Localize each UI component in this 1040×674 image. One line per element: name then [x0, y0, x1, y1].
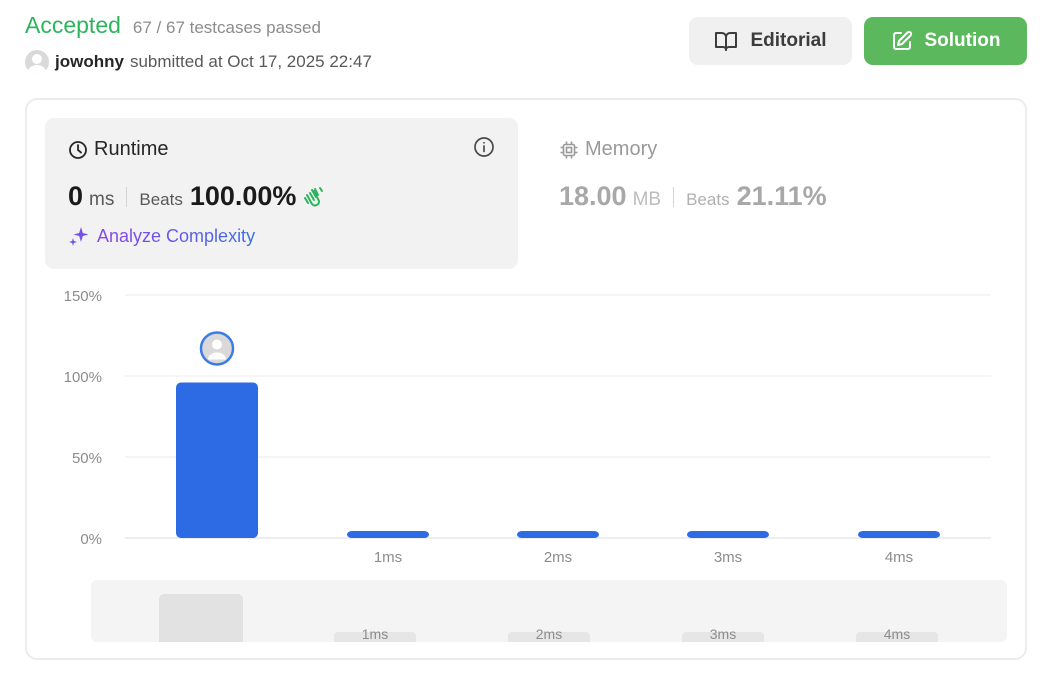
submission-status-row: Accepted 67 / 67 testcases passed [25, 12, 321, 39]
runtime-title-text: Runtime [94, 138, 169, 160]
analyze-complexity-label: Analyze Complexity [97, 225, 256, 246]
user-avatar[interactable] [25, 50, 49, 74]
navigator-label: 2ms [536, 626, 562, 642]
solution-label: Solution [924, 30, 1001, 51]
x-tick-label: 3ms [714, 549, 742, 566]
editorial-label: Editorial [750, 30, 827, 51]
navigator-minimap[interactable]: 1ms 2ms 3ms 4ms [91, 580, 1007, 656]
runtime-beats-label: Beats [139, 190, 183, 209]
memory-unit: MB [632, 189, 662, 210]
analyze-complexity-link[interactable]: Analyze Complexity [68, 225, 255, 247]
info-icon[interactable] [473, 136, 495, 158]
memory-value: 18.00 [559, 181, 627, 211]
divider [673, 186, 675, 207]
avatar-head [212, 339, 222, 350]
memory-beats-label: Beats [686, 190, 730, 209]
solution-button[interactable]: Solution [864, 17, 1027, 65]
runtime-panel[interactable]: Runtime 0 ms Beats 100.00% Analyze Compl… [45, 118, 518, 269]
book-open-icon [715, 32, 738, 51]
testcases-count: 67 / 67 testcases passed [132, 18, 321, 37]
runtime-value: 0 [68, 181, 84, 211]
clock-icon [69, 140, 87, 159]
runtime-unit: ms [89, 189, 115, 210]
navigator-label: 3ms [710, 626, 736, 642]
chart-navigator[interactable]: 1ms 2ms 3ms 4ms [91, 580, 1007, 656]
chart-bar[interactable] [858, 531, 940, 538]
navigator-label: 1ms [362, 626, 388, 642]
memory-panel[interactable]: Memory 18.00 MB Beats 21.11% [559, 118, 999, 269]
clap-icon [304, 186, 324, 206]
memory-title: Memory [559, 138, 657, 161]
y-tick-label: 150% [64, 288, 102, 305]
chart-bar[interactable] [687, 531, 769, 538]
runtime-beats-value: 100.00% [189, 181, 297, 211]
memory-values: 18.00 MB Beats 21.11% [559, 181, 827, 212]
memory-beats-value: 21.11% [736, 181, 827, 211]
y-tick-label: 0% [80, 531, 102, 548]
memory-title-text: Memory [585, 138, 658, 160]
runtime-values: 0 ms Beats 100.00% [68, 181, 325, 212]
edit-icon [892, 30, 912, 50]
chart-bar[interactable] [347, 531, 429, 538]
chart-bar[interactable] [176, 382, 258, 538]
divider [126, 186, 128, 207]
runtime-title: Runtime [68, 138, 168, 161]
performance-card: Runtime 0 ms Beats 100.00% Analyze Compl… [25, 98, 1027, 660]
submission-meta: jowohny submitted at Oct 17, 2025 22:47 [25, 50, 372, 74]
status-label: Accepted [25, 12, 121, 38]
x-tick-label: 2ms [544, 549, 572, 566]
chip-icon [560, 141, 578, 158]
submitted-at: submitted at Oct 17, 2025 22:47 [129, 52, 372, 71]
navigator-bar [159, 594, 243, 656]
navigator-label: 4ms [884, 626, 910, 642]
chart-bar[interactable] [517, 531, 599, 538]
editorial-button[interactable]: Editorial [689, 17, 852, 65]
username-link[interactable]: jowohny [55, 52, 124, 72]
y-tick-label: 100% [64, 369, 102, 386]
x-tick-label: 1ms [374, 549, 402, 566]
x-tick-label: 4ms [885, 549, 913, 566]
sparkle-icon [69, 227, 89, 246]
y-tick-label: 50% [72, 450, 102, 467]
